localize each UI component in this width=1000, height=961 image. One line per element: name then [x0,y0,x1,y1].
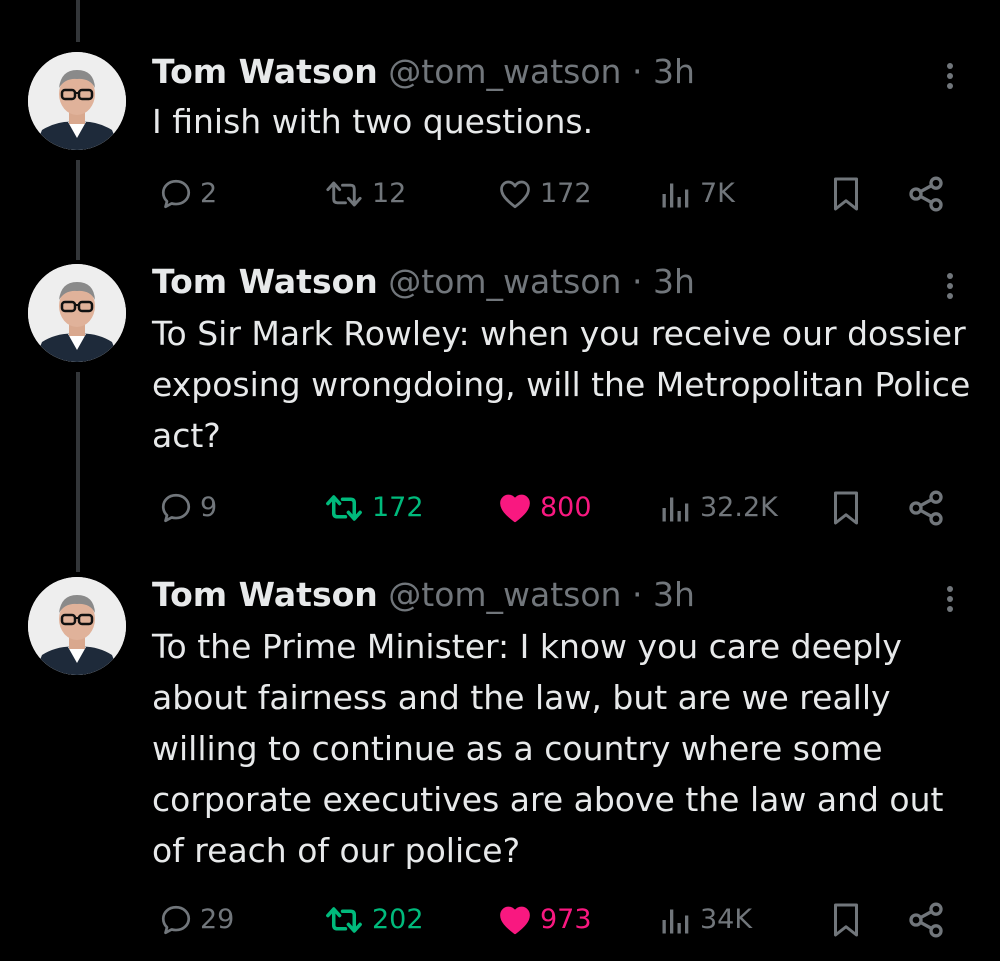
more-options-icon[interactable] [938,266,962,306]
bookmark-button[interactable] [828,486,864,530]
author-name[interactable]: Tom Watson [152,575,378,614]
heart-filled-icon [500,494,530,523]
retweet-button[interactable]: 202 [322,898,424,942]
views-icon [662,909,689,934]
bookmark-icon [834,491,858,525]
avatar[interactable] [28,264,126,362]
tweet-text: To Sir Mark Rowley: when you receive our… [152,314,971,455]
separator-dot: · [631,262,643,301]
view-count: 32.2K [700,492,778,523]
author-handle[interactable]: @tom_watson [388,52,621,91]
share-button[interactable] [906,486,946,530]
heart-icon [500,180,530,209]
views-icon [662,183,689,208]
bookmark-icon [834,903,858,937]
separator-dot: · [631,52,643,91]
share-icon [909,176,943,212]
bookmark-icon [834,177,858,211]
like-count: 973 [540,904,592,935]
reply-count: 2 [200,178,218,209]
timestamp[interactable]: 3h [653,575,695,614]
reply-button[interactable]: 9 [158,486,217,530]
separator-dot: · [631,575,643,614]
heart-filled-icon [500,906,530,935]
retweet-icon [326,495,362,521]
tweet-header: Tom Watson @tom_watson · 3h [152,50,695,94]
views-button[interactable]: 32.2K [658,486,778,530]
views-button[interactable]: 34K [658,898,752,942]
like-count: 172 [540,178,592,209]
like-count: 800 [540,492,592,523]
author-name[interactable]: Tom Watson [152,52,378,91]
reply-button[interactable]: 29 [158,898,234,942]
tweet-2[interactable]: Tom Watson @tom_watson · 3h To Sir Mark … [0,260,1000,540]
tweet-header: Tom Watson @tom_watson · 3h [152,573,695,617]
reply-count: 9 [200,492,218,523]
views-button[interactable]: 7K [658,172,735,216]
tweet-text: I finish with two questions. [152,102,594,141]
retweet-button[interactable]: 172 [322,486,424,530]
timestamp[interactable]: 3h [653,52,695,91]
more-options-icon[interactable] [938,579,962,619]
reply-icon [161,905,191,935]
tweet-actions: 29 202 973 34K [0,898,1000,942]
tweet-text: To the Prime Minister: I know you care d… [152,627,944,870]
profile-photo [28,577,126,675]
tweet-1[interactable]: Tom Watson @tom_watson · 3h I finish wit… [0,50,1000,230]
like-button[interactable]: 800 [496,486,592,530]
bookmark-button[interactable] [828,898,864,942]
tweet-actions: 9 172 800 32.2K [0,486,1000,530]
retweet-icon [326,181,362,207]
avatar[interactable] [28,52,126,150]
bookmark-button[interactable] [828,172,864,216]
author-handle[interactable]: @tom_watson [388,262,621,301]
share-icon [909,902,943,938]
timestamp[interactable]: 3h [653,262,695,301]
like-button[interactable]: 172 [496,172,592,216]
reply-icon [161,493,191,523]
view-count: 7K [700,178,735,209]
retweet-count: 12 [372,178,407,209]
share-icon [909,490,943,526]
share-button[interactable] [906,172,946,216]
tweet-3[interactable]: Tom Watson @tom_watson · 3h To the Prime… [0,573,1000,961]
retweet-count: 202 [372,904,424,935]
share-button[interactable] [906,898,946,942]
retweet-icon [326,907,362,933]
avatar[interactable] [28,577,126,675]
profile-photo [28,52,126,150]
tweet-header: Tom Watson @tom_watson · 3h [152,260,695,304]
author-name[interactable]: Tom Watson [152,262,378,301]
reply-button[interactable]: 2 [158,172,217,216]
tweet-actions: 2 12 172 7K [0,172,1000,216]
more-options-icon[interactable] [938,56,962,96]
reply-icon [161,179,191,209]
thread-line-top [76,0,80,42]
views-icon [662,497,689,522]
author-handle[interactable]: @tom_watson [388,575,621,614]
view-count: 34K [700,904,753,935]
like-button[interactable]: 973 [496,898,592,942]
profile-photo [28,264,126,362]
retweet-count: 172 [372,492,424,523]
reply-count: 29 [200,904,235,935]
retweet-button[interactable]: 12 [322,172,406,216]
